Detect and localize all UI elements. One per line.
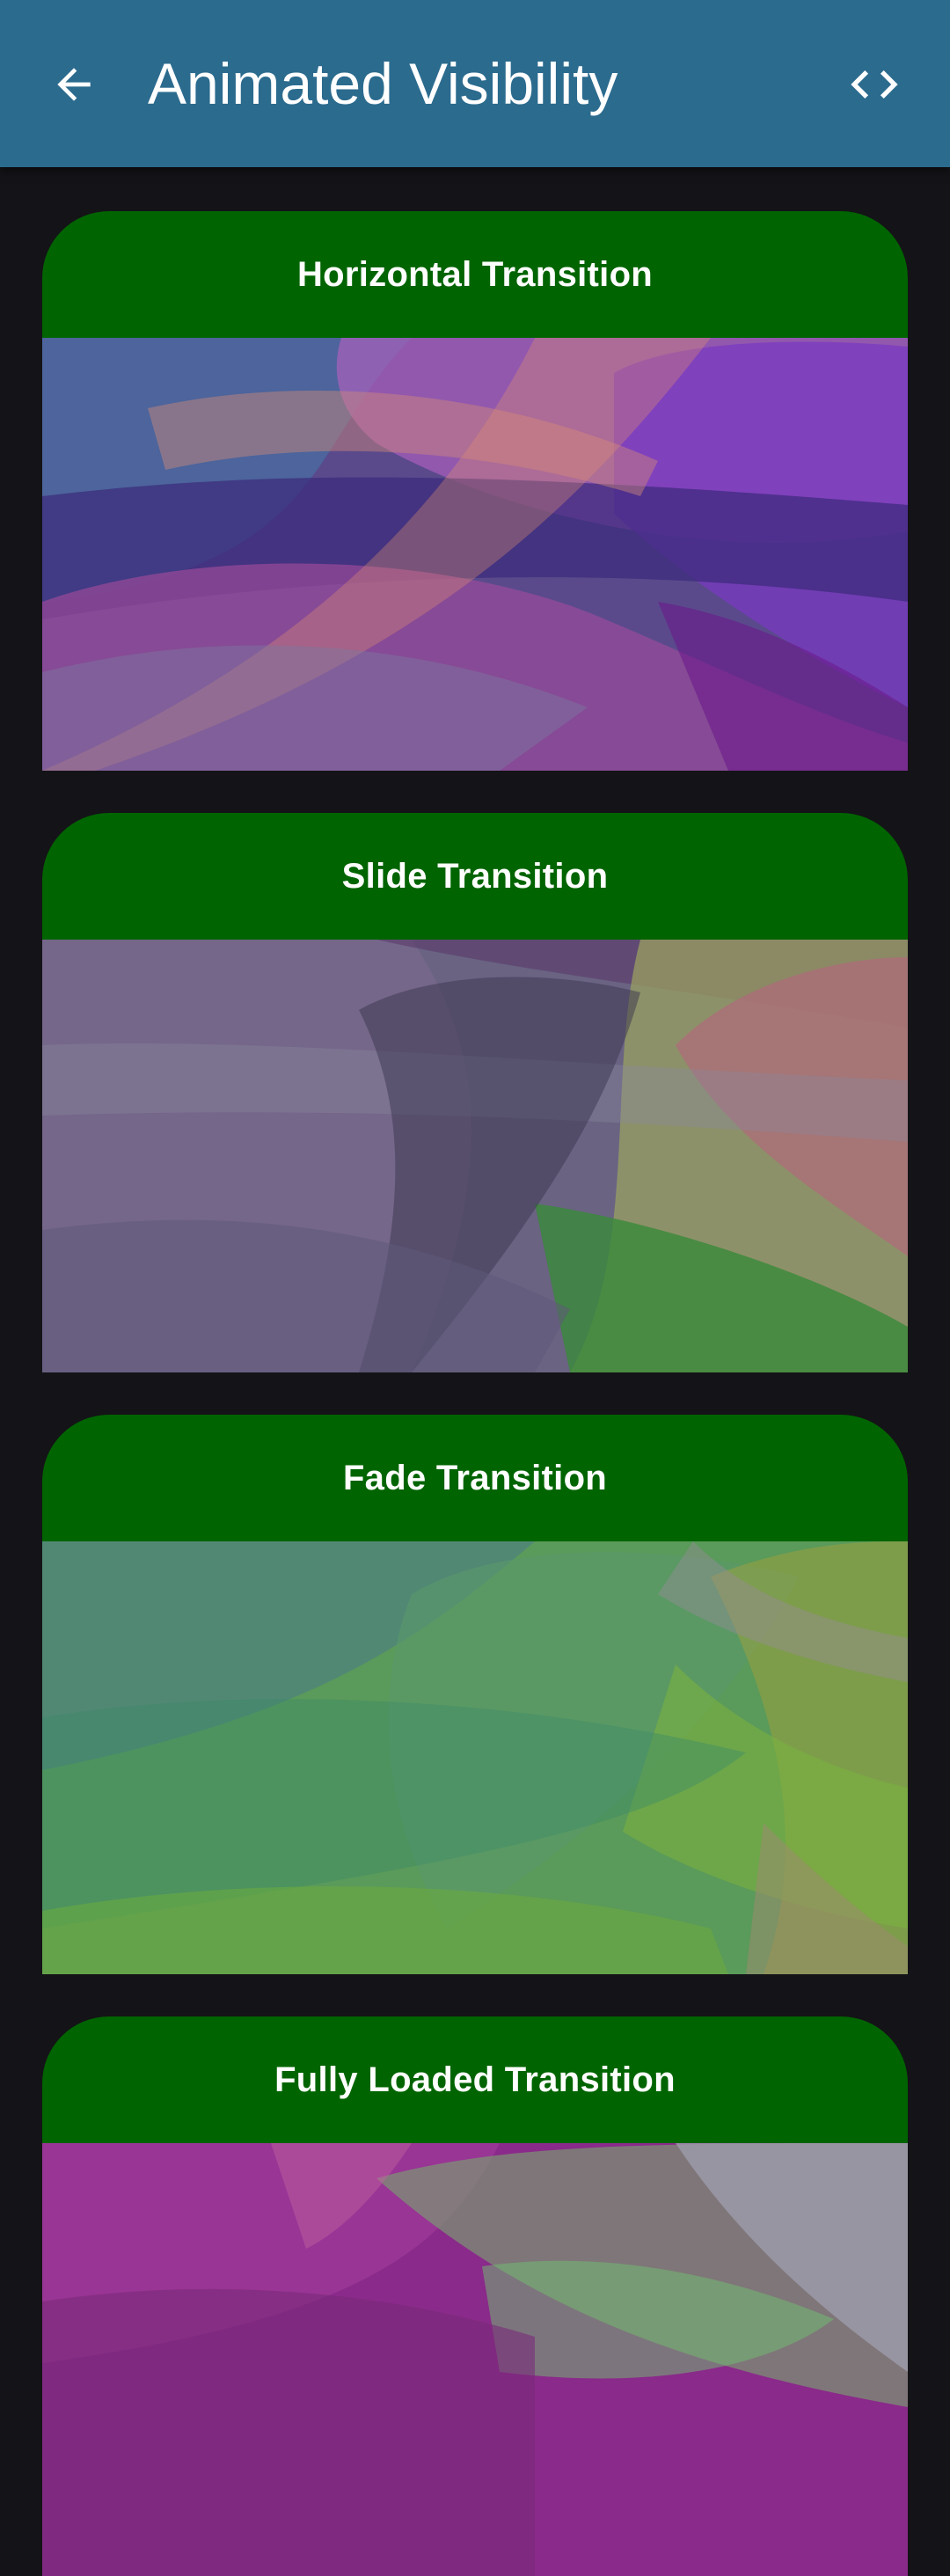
card-artwork xyxy=(42,1541,908,1974)
card-title: Slide Transition xyxy=(341,856,609,896)
code-icon xyxy=(851,70,898,99)
transition-card-fade[interactable]: Fade Transition xyxy=(42,1415,908,1974)
transition-card-slide[interactable]: Slide Transition xyxy=(42,813,908,1372)
card-title: Fully Loaded Transition xyxy=(274,2060,676,2099)
card-artwork xyxy=(42,2143,908,2576)
card-header: Slide Transition xyxy=(42,813,908,940)
arrow-back-icon xyxy=(57,68,91,101)
view-code-button[interactable] xyxy=(839,49,910,120)
card-artwork xyxy=(42,940,908,1372)
card-header: Fully Loaded Transition xyxy=(42,2016,908,2143)
card-title: Fade Transition xyxy=(342,1458,608,1497)
card-header: Fade Transition xyxy=(42,1415,908,1541)
page-title: Animated Visibility xyxy=(148,51,618,116)
top-app-bar: Animated Visibility xyxy=(0,0,950,167)
card-artwork xyxy=(42,338,908,771)
transition-card-fully-loaded[interactable]: Fully Loaded Transition xyxy=(42,2016,908,2576)
back-button[interactable] xyxy=(39,49,109,120)
transition-card-horizontal[interactable]: Horizontal Transition xyxy=(42,211,908,771)
card-header: Horizontal Transition xyxy=(42,211,908,338)
card-title: Horizontal Transition xyxy=(296,254,654,294)
